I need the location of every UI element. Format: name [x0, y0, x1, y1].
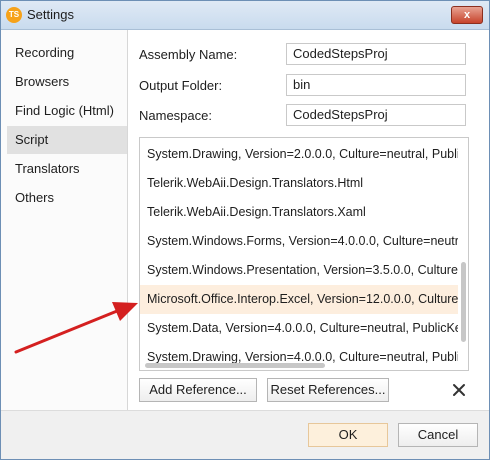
namespace-label: Namespace: [139, 108, 212, 123]
reset-references-button[interactable]: Reset References... [267, 378, 389, 402]
sidebar-item-label: Browsers [15, 74, 70, 89]
sidebar-item-label: Others [15, 190, 55, 205]
sidebar-item-find-logic[interactable]: Find Logic (Html) [7, 97, 127, 125]
namespace-input[interactable]: CodedStepsProj [286, 104, 466, 126]
assembly-name-label: Assembly Name: [139, 47, 238, 62]
sidebar-item-browsers[interactable]: Browsers [7, 68, 127, 96]
sidebar-item-label: Recording [15, 45, 75, 60]
window-title: Settings [27, 7, 74, 22]
sidebar-item-recording[interactable]: Recording [7, 39, 127, 67]
title-bar: TS Settings x [1, 1, 489, 30]
output-folder-label: Output Folder: [139, 78, 223, 93]
references-vertical-scrollbar[interactable] [461, 262, 466, 342]
reference-item-highlighted[interactable]: Microsoft.Office.Interop.Excel, Version=… [140, 285, 458, 314]
dialog-footer: OK Cancel [1, 410, 489, 459]
reference-item[interactable]: Telerik.WebAii.Design.Translators.Html [140, 169, 458, 198]
cancel-button[interactable]: Cancel [398, 423, 478, 447]
sidebar-item-label: Script [15, 132, 49, 147]
references-list[interactable]: System.Drawing, Version=2.0.0.0, Culture… [139, 137, 469, 371]
reference-item[interactable]: System.Windows.Forms, Version=4.0.0.0, C… [140, 227, 458, 256]
reference-item[interactable]: Telerik.WebAii.Design.Translators.Xaml [140, 198, 458, 227]
reference-item[interactable]: System.Windows.Presentation, Version=3.5… [140, 256, 458, 285]
close-x-icon[interactable] [451, 382, 467, 398]
ok-button[interactable]: OK [308, 423, 388, 447]
add-reference-button[interactable]: Add Reference... [139, 378, 257, 402]
window-close-button[interactable]: x [451, 6, 483, 24]
sidebar-item-label: Translators [15, 161, 80, 176]
reference-item[interactable]: System.Data, Version=4.0.0.0, Culture=ne… [140, 314, 458, 343]
output-folder-input[interactable]: bin [286, 74, 466, 96]
settings-sidebar: Recording Browsers Find Logic (Html) Scr… [1, 30, 127, 410]
references-horizontal-scrollbar[interactable] [145, 363, 325, 368]
sidebar-item-translators[interactable]: Translators [7, 155, 127, 183]
assembly-name-input[interactable]: CodedStepsProj [286, 43, 466, 65]
sidebar-item-others[interactable]: Others [7, 184, 127, 212]
reference-item[interactable]: System.Drawing, Version=2.0.0.0, Culture… [140, 140, 458, 169]
sidebar-item-script[interactable]: Script [7, 126, 127, 154]
sidebar-divider [127, 30, 128, 410]
settings-window: TS Settings x Recording Browsers Find Lo… [0, 0, 490, 460]
app-logo-icon: TS [6, 7, 22, 23]
sidebar-item-label: Find Logic (Html) [15, 103, 114, 118]
